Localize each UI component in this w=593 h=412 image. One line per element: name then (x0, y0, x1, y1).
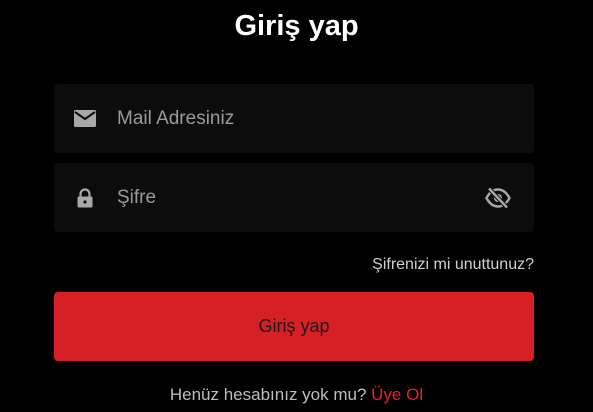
eye-off-icon[interactable] (484, 184, 512, 212)
password-field-container (54, 163, 534, 232)
login-submit-button[interactable]: Giriş yap (54, 292, 534, 361)
signup-prompt-text: Henüz hesabınız yok mu? (169, 385, 367, 404)
lock-icon (74, 187, 96, 209)
email-input[interactable] (117, 84, 477, 153)
mail-icon (74, 108, 96, 130)
forgot-password-link[interactable]: Şifrenizi mi unuttunuz? (372, 255, 534, 275)
email-field-container (54, 84, 534, 153)
signup-link[interactable]: Üye Ol (371, 385, 423, 404)
password-input[interactable] (117, 163, 477, 232)
login-title: Giriş yap (234, 10, 359, 42)
signup-prompt-line: Henüz hesabınız yok mu? Üye Ol (0, 384, 593, 406)
